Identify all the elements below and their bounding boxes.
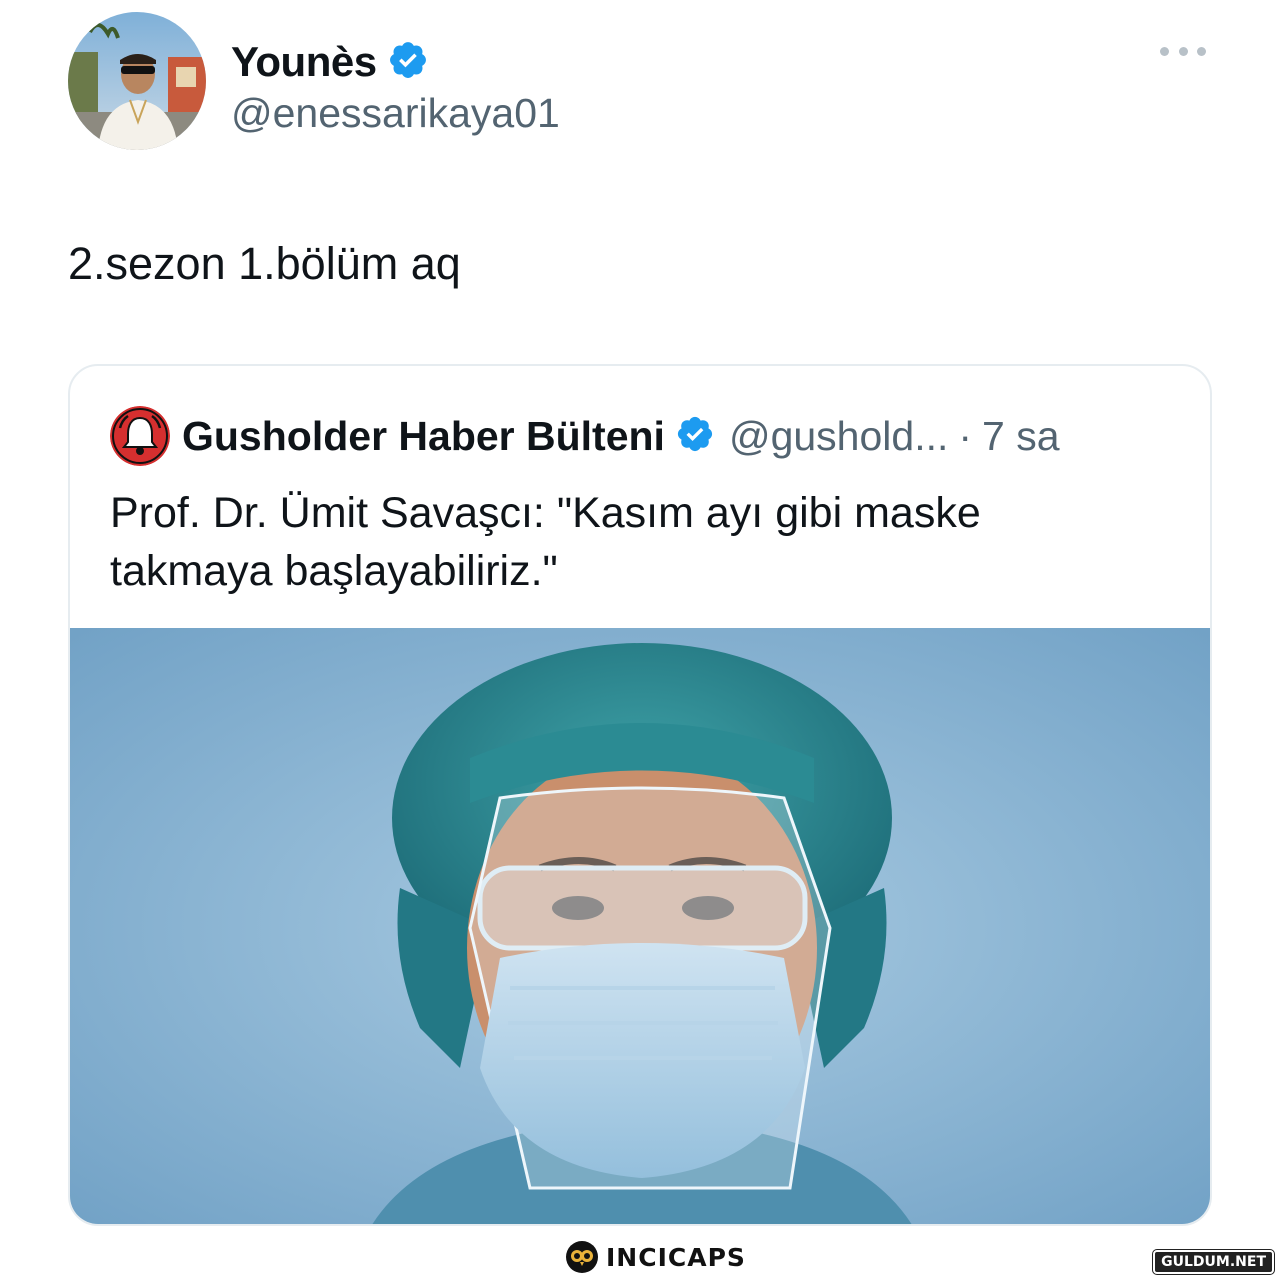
quoted-tweet-card[interactable]: Gusholder Haber Bülteni @gushold... · 7 … <box>68 364 1212 1226</box>
quoted-author-handle[interactable]: @gushold... <box>729 413 948 460</box>
verified-badge-icon <box>387 39 429 86</box>
logo-text: INCICAPS <box>606 1242 746 1272</box>
author-handle[interactable]: @enessarikaya01 <box>231 90 560 137</box>
quoted-tweet-text: Prof. Dr. Ümit Savaşcı: "Kasım ayı gibi … <box>110 489 981 595</box>
bell-icon[interactable] <box>110 406 170 466</box>
author-avatar[interactable] <box>68 12 206 150</box>
more-horizontal-icon[interactable] <box>1160 40 1206 62</box>
author-name[interactable]: Younès <box>231 38 377 86</box>
author-name-row: Younès <box>231 38 429 86</box>
quoted-tweet-media[interactable] <box>70 628 1210 1224</box>
tweet-header: Younès @enessarikaya01 <box>68 12 1212 152</box>
quoted-author-name[interactable]: Gusholder Haber Bülteni <box>182 413 665 460</box>
tweet-text: 2.sezon 1.bölüm aq <box>68 238 461 289</box>
separator-dot: · <box>958 412 973 459</box>
incicaps-logo: INCICAPS <box>566 1240 746 1274</box>
quoted-timestamp[interactable]: 7 sa <box>982 413 1060 460</box>
quoted-tweet-header: Gusholder Haber Bülteni @gushold... · 7 … <box>110 406 1060 466</box>
watermark: GULDUM.NET <box>1152 1249 1275 1275</box>
verified-badge-icon <box>675 414 715 459</box>
owl-icon <box>566 1241 598 1273</box>
